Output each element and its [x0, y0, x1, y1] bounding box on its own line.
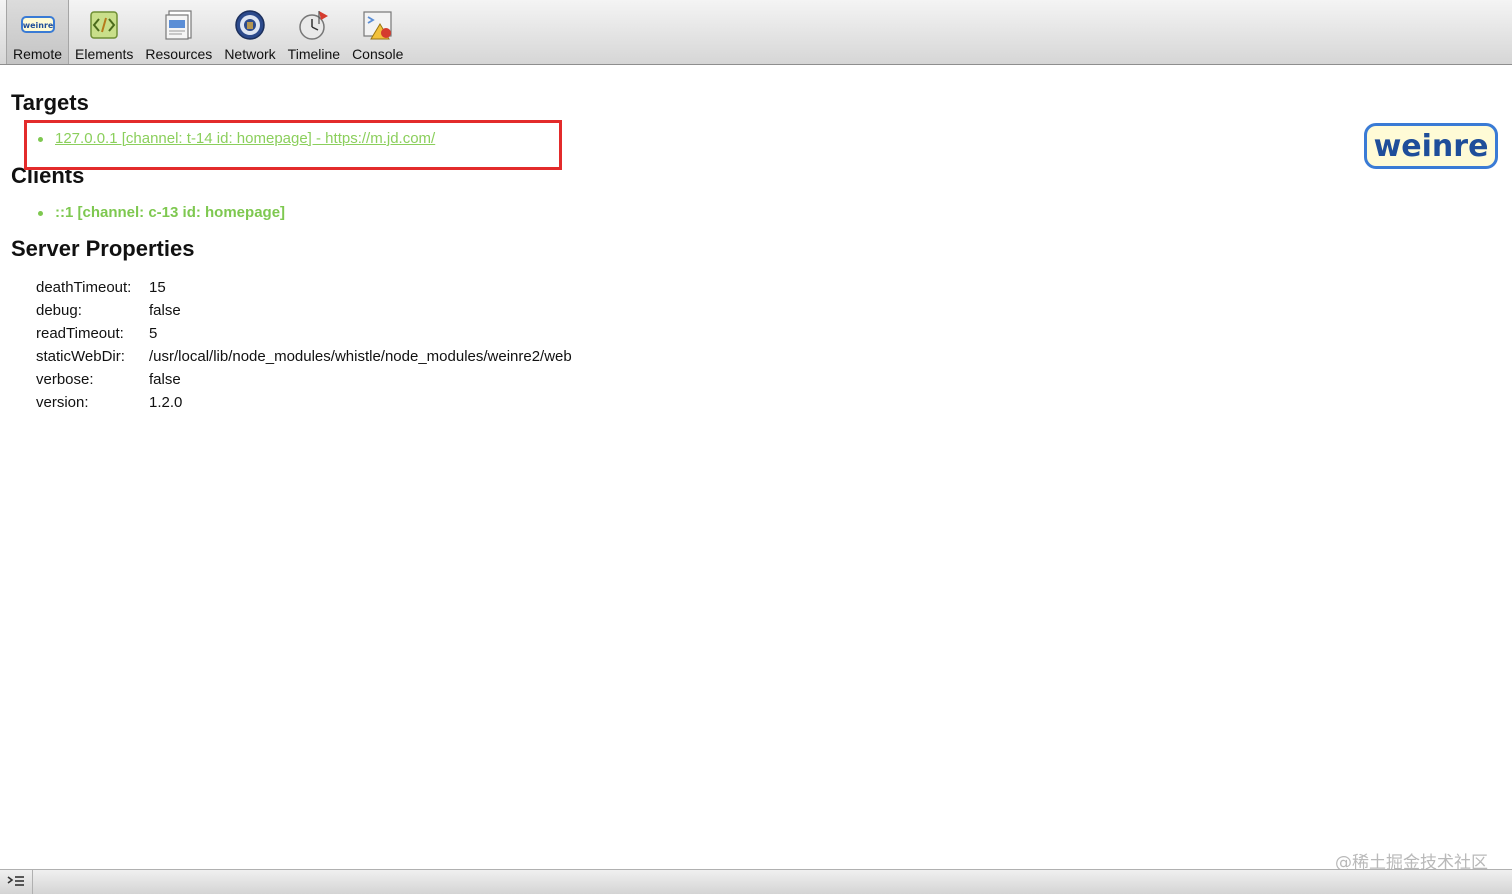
- property-key: debug:: [36, 302, 82, 319]
- resources-icon: [165, 10, 192, 40]
- drawer-bar: [0, 869, 1512, 894]
- property-value: /usr/local/lib/node_modules/whistle/node…: [149, 348, 572, 365]
- property-key: version:: [36, 394, 89, 411]
- list-item: ::1 [channel: c-13 id: homepage]: [36, 203, 285, 223]
- tab-label: Remote: [13, 46, 63, 62]
- elements-icon: [90, 11, 118, 39]
- property-key: staticWebDir:: [36, 348, 125, 365]
- console-drawer-icon: [7, 876, 24, 886]
- remote-icon-text: weinre: [22, 21, 53, 30]
- table-row: readTimeout: 5: [36, 322, 577, 345]
- tab-label: Timeline: [287, 46, 341, 62]
- property-value: 15: [149, 279, 166, 296]
- tab-label: Elements: [75, 46, 134, 62]
- console-drawer-button[interactable]: [0, 870, 33, 894]
- targets-heading: Targets: [11, 90, 89, 115]
- tab-label: Resources: [145, 46, 213, 62]
- tab-resources[interactable]: Resources: [139, 0, 218, 64]
- tab-timeline[interactable]: Timeline: [282, 0, 346, 64]
- network-icon: [235, 10, 265, 40]
- tab-label: Network: [224, 46, 276, 62]
- tab-label: Console: [352, 46, 404, 62]
- tab-elements[interactable]: Elements: [69, 0, 139, 64]
- property-value: 1.2.0: [149, 394, 183, 411]
- server-properties-heading: Server Properties: [11, 236, 195, 261]
- table-row: staticWebDir: /usr/local/lib/node_module…: [36, 345, 577, 368]
- weinre-logo: weinre: [1364, 123, 1498, 169]
- table-row: version: 1.2.0: [36, 391, 577, 414]
- table-row: deathTimeout: 15: [36, 276, 577, 299]
- property-key: verbose:: [36, 371, 94, 388]
- server-properties-table: deathTimeout: 15 debug: false readTimeou…: [36, 276, 577, 414]
- weinre-remote-icon: weinre: [20, 16, 55, 33]
- toolbar: weinre Remote Elements Resources Network: [0, 0, 1512, 65]
- property-key: deathTimeout:: [36, 279, 132, 296]
- property-value: false: [149, 302, 181, 319]
- table-row: verbose: false: [36, 368, 577, 391]
- clients-list: ::1 [channel: c-13 id: homepage]: [36, 203, 285, 223]
- tab-remote[interactable]: weinre Remote: [6, 0, 70, 64]
- highlight-annotation-box: [24, 120, 562, 170]
- property-value: false: [149, 371, 181, 388]
- timeline-icon: [299, 11, 328, 40]
- tab-network[interactable]: Network: [218, 0, 281, 64]
- property-key: readTimeout:: [36, 325, 124, 342]
- console-icon: [363, 11, 392, 40]
- tab-console[interactable]: Console: [346, 0, 409, 64]
- property-value: 5: [149, 325, 158, 342]
- client-entry: ::1 [channel: c-13 id: homepage]: [55, 204, 286, 221]
- table-row: debug: false: [36, 299, 577, 322]
